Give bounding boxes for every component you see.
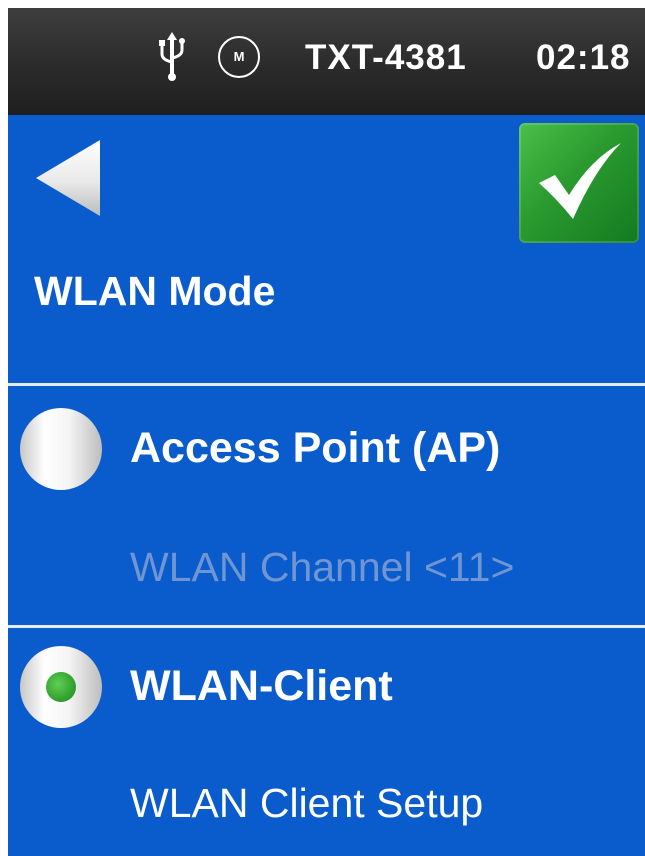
usb-icon	[158, 32, 186, 82]
radio-wlan-client[interactable]	[20, 646, 102, 728]
confirm-button[interactable]	[519, 123, 639, 243]
back-button[interactable]	[36, 138, 106, 218]
divider	[8, 383, 645, 386]
radio-access-point[interactable]	[20, 408, 102, 490]
radio-selected-dot	[46, 672, 76, 702]
wlan-channel-setting: WLAN Channel <11>	[130, 544, 515, 590]
status-bar: M TXT-4381 02:18	[8, 8, 645, 115]
clock: 02:18	[536, 38, 631, 77]
device-name: TXT-4381	[305, 38, 467, 77]
left-triangle-icon	[36, 140, 100, 216]
checkmark-icon	[539, 143, 621, 219]
page-title: WLAN Mode	[34, 268, 276, 314]
screen: M TXT-4381 02:18 WLAN Mode Access Point …	[8, 8, 645, 856]
divider	[8, 625, 645, 628]
m-icon: M	[218, 36, 260, 78]
wlan-client-setup-link[interactable]: WLAN Client Setup	[130, 778, 483, 828]
option-label-access-point[interactable]: Access Point (AP)	[130, 422, 500, 474]
option-label-wlan-client[interactable]: WLAN-Client	[130, 660, 393, 712]
